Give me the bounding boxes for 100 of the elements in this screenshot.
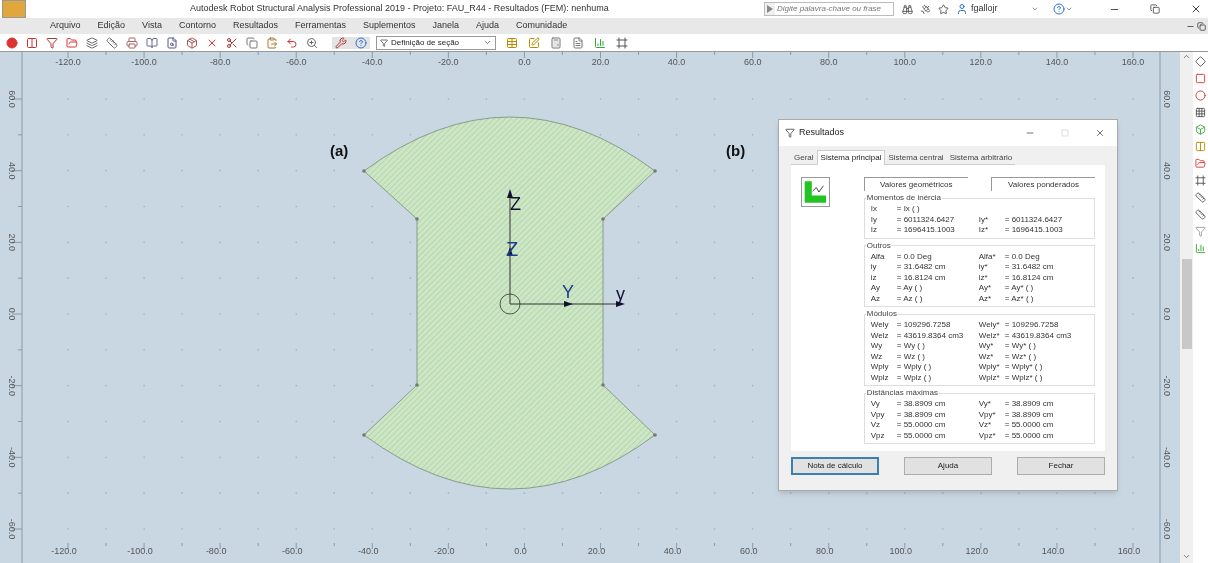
- book-icon[interactable]: [146, 36, 158, 49]
- calculator-icon[interactable]: [550, 36, 562, 49]
- ruler-icon[interactable]: [106, 36, 118, 49]
- ruler-label: 40.0: [663, 546, 682, 556]
- menu-item[interactable]: Suplementos: [363, 19, 416, 33]
- close-icon[interactable]: [1095, 128, 1105, 138]
- property-name: Alfa: [870, 251, 886, 262]
- scissors-icon[interactable]: [226, 36, 238, 49]
- property-value: = 38.8909 cm: [1004, 399, 1055, 410]
- folder-icon[interactable]: [66, 36, 78, 49]
- menu-item[interactable]: Arquivo: [50, 19, 81, 33]
- satellite-icon[interactable]: [920, 3, 931, 15]
- dialog-tab[interactable]: Sistema principal: [816, 150, 886, 165]
- menu-item[interactable]: Comunidade: [516, 19, 568, 33]
- menu-item[interactable]: Janela: [432, 19, 460, 33]
- paste-icon[interactable]: [266, 36, 278, 49]
- dialog-tab[interactable]: Sistema central: [885, 152, 947, 165]
- circle-icon[interactable]: [1195, 90, 1206, 101]
- bar-chart-icon[interactable]: [594, 36, 606, 49]
- diamond-icon[interactable]: [1195, 56, 1206, 67]
- help-icon[interactable]: [1053, 3, 1065, 15]
- layers-icon[interactable]: [86, 36, 98, 49]
- dialog-button[interactable]: Nota de cálculo: [791, 457, 879, 475]
- wrench-icon[interactable]: [335, 36, 347, 49]
- close-icon[interactable]: [1190, 3, 1202, 15]
- square-icon[interactable]: [1195, 73, 1206, 84]
- undo-icon[interactable]: [286, 36, 298, 49]
- grid-icon[interactable]: [1195, 107, 1206, 118]
- funnel-icon[interactable]: [46, 36, 58, 49]
- dialog-tab[interactable]: Sistema arbitrário: [946, 152, 1016, 165]
- dialog-button[interactable]: Ajuda: [904, 457, 992, 475]
- table-icon[interactable]: [506, 36, 518, 49]
- restore-icon[interactable]: [1150, 4, 1160, 14]
- ruler-label: -60.0: [285, 57, 307, 67]
- property-name: Vz*: [978, 420, 993, 431]
- menu-item[interactable]: Edição: [97, 19, 126, 33]
- ruler-label: -100.0: [127, 546, 153, 556]
- menu-item[interactable]: Resultados: [232, 19, 278, 33]
- ruler-label: -60.0: [281, 546, 303, 556]
- help-menu-caret-icon[interactable]: [1065, 5, 1073, 13]
- package-icon[interactable]: [186, 36, 198, 49]
- preview-icon[interactable]: [166, 36, 178, 49]
- property-name: Wply*: [978, 362, 1001, 373]
- property-name: Wz: [870, 351, 884, 362]
- bar-chart-icon[interactable]: [1195, 243, 1206, 254]
- property-value: = 16.8124 cm: [896, 272, 947, 283]
- section-dropdown[interactable]: Definição de seção: [376, 35, 496, 50]
- circle-icon[interactable]: [6, 36, 18, 49]
- property-name: Vy: [870, 399, 881, 410]
- menu-item[interactable]: Ajuda: [476, 19, 500, 33]
- printer-icon[interactable]: [126, 36, 138, 49]
- ruler-label: 60.0: [739, 546, 758, 556]
- ruler-icon[interactable]: [1195, 209, 1206, 220]
- property-value: = Wplz ( ): [896, 372, 933, 383]
- copy-icon[interactable]: [246, 36, 258, 49]
- star-icon[interactable]: [938, 3, 949, 15]
- ruler-label: 40.0: [667, 57, 686, 67]
- ruler-label: 20.0: [591, 57, 610, 67]
- property-name: Ay*: [978, 283, 993, 294]
- window-title: Autodesk Robot Structural Analysis Professional 2019 - Projeto: FAU_R44 - Resultados (FEM): nenhuma: [190, 2, 609, 16]
- menu-item[interactable]: Contorno: [178, 19, 216, 33]
- dialog-button[interactable]: Fechar: [1017, 457, 1105, 475]
- zoom-icon[interactable]: [306, 36, 318, 49]
- figure-caption: (a): [330, 142, 349, 159]
- property-name: Wplz: [870, 372, 890, 383]
- ruler-label: -20.0: [438, 57, 459, 67]
- ruler-label: -120.0: [55, 57, 81, 67]
- scroll-up-icon[interactable]: [1182, 52, 1191, 61]
- menu-item[interactable]: Ferramentas: [294, 19, 346, 33]
- ruler-label: 0.0: [514, 546, 527, 556]
- property-name: Az: [870, 293, 882, 304]
- document-icon[interactable]: [572, 36, 584, 49]
- property-value: = 55.0000 cm: [1004, 430, 1055, 441]
- binoculars-icon[interactable]: [902, 3, 913, 15]
- user-icon[interactable]: [956, 3, 968, 15]
- funnel-icon: [380, 38, 388, 47]
- property-value: = 31.6482 cm: [1004, 262, 1055, 273]
- document-restore-icon[interactable]: [1197, 21, 1206, 31]
- ruler-label: -80.0: [205, 546, 227, 556]
- ruler-icon[interactable]: [1195, 192, 1206, 203]
- scroll-down-icon[interactable]: [1182, 552, 1191, 561]
- property-name: Vy*: [978, 399, 992, 410]
- property-name: Iz*: [978, 225, 990, 236]
- folder-icon[interactable]: [1195, 158, 1206, 169]
- user-name[interactable]: fgallojr: [971, 2, 1031, 16]
- vertical-scrollbar[interactable]: [1180, 52, 1193, 563]
- columns-icon[interactable]: [1195, 141, 1206, 152]
- group-title: Momentos de inércia: [865, 192, 942, 204]
- help-circle-icon[interactable]: [355, 36, 367, 49]
- axis-label: Y: [562, 282, 574, 302]
- user-menu-caret-icon[interactable]: [1031, 5, 1039, 13]
- dialog-tab[interactable]: Geral: [791, 152, 817, 165]
- menu-item[interactable]: Vista: [142, 19, 162, 33]
- property-value: = 1696415.1003: [1004, 225, 1064, 236]
- ruler-label: 60.0: [7, 90, 17, 108]
- property-name: Wely: [870, 320, 890, 331]
- box-icon[interactable]: [1195, 124, 1206, 135]
- ruler-label: -120.0: [51, 546, 77, 556]
- edit-icon[interactable]: [528, 36, 540, 49]
- scrollbar-thumb[interactable]: [1181, 259, 1192, 349]
